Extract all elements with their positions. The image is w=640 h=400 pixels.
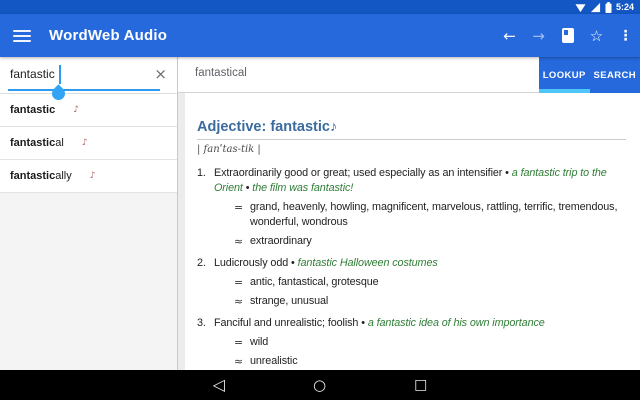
- usage-example: fantastic Halloween costumes: [298, 257, 438, 269]
- menu-icon[interactable]: [13, 27, 31, 45]
- sense-list: 1. Extraordinarily good or great; used e…: [197, 166, 626, 370]
- audio-note-icon[interactable]: ♪: [82, 138, 88, 148]
- tab-lookup[interactable]: LOOKUP: [539, 57, 590, 93]
- suggestion-stem: fantastic: [10, 104, 55, 116]
- pronunciation: | fanˈtas-tik |: [197, 144, 626, 155]
- tab-search[interactable]: SEARCH: [590, 57, 640, 93]
- wifi-icon: [575, 2, 586, 13]
- suggestion-stem: fantastic: [10, 137, 55, 149]
- forward-icon[interactable]: →: [524, 27, 553, 45]
- sense-item: 2. Ludicrously odd • fantastic Halloween…: [197, 256, 626, 309]
- entry-heading: Adjective: fantastic: [197, 119, 330, 135]
- sense-definition: Ludicrously odd • fantastic Halloween co…: [214, 256, 626, 271]
- usage-example: a fantastic idea of his own importance: [368, 317, 545, 329]
- entry-heading-row: Adjective: fantastic♪: [197, 118, 626, 140]
- suggestion-item[interactable]: fantastical ♪: [0, 127, 177, 160]
- usage-example: the film was fantastic!: [252, 182, 353, 194]
- tab-strip: LOOKUPSEARCH: [539, 57, 640, 93]
- overflow-menu-icon[interactable]: ⋮: [611, 28, 640, 44]
- near-synonyms-line: ≈extraordinary: [234, 234, 626, 249]
- audio-note-icon[interactable]: ♪: [90, 171, 96, 181]
- nav-back-icon[interactable]: ◁: [213, 370, 225, 400]
- suggestion-stem: fantastic: [10, 170, 55, 182]
- current-query: fantastical: [195, 67, 247, 79]
- synonyms-line: =grand, heavenly, howling, magnificent, …: [234, 200, 626, 230]
- sense-body: Extraordinarily good or great; used espe…: [214, 166, 626, 249]
- word-list-panel: fantastic × fantastic ♪ fantastical ♪ fa…: [0, 57, 178, 370]
- sense-definition: Fanciful and unrealistic; foolish • a fa…: [214, 316, 626, 331]
- sense-number: 2.: [197, 256, 214, 309]
- synonyms-line: =wild: [234, 335, 626, 350]
- suggestion-suffix: ally: [55, 170, 72, 182]
- suggestion-suffix: al: [55, 137, 64, 149]
- sense-body: Ludicrously odd • fantastic Halloween co…: [214, 256, 626, 309]
- favorite-star-icon[interactable]: ☆: [582, 27, 611, 45]
- battery-icon: [605, 2, 612, 13]
- near-synonyms-line: ≈strange, unusual: [234, 294, 626, 309]
- sense-item: 1. Extraordinarily good or great; used e…: [197, 166, 626, 249]
- nav-recents-icon[interactable]: □: [414, 370, 427, 400]
- lookup-bar: fantastical LOOKUPSEARCH: [178, 57, 640, 93]
- status-bar: 5:24: [0, 0, 640, 14]
- synonyms-line: =antic, fantastical, grotesque: [234, 275, 626, 290]
- near-synonyms-line: ≈unrealistic: [234, 354, 626, 369]
- audio-note-icon[interactable]: ♪: [73, 105, 79, 115]
- cell-signal-icon: [590, 2, 601, 13]
- sense-number: 3.: [197, 316, 214, 369]
- text-caret: [59, 65, 61, 84]
- app-title: WordWeb Audio: [49, 27, 167, 44]
- sense-definition: Extraordinarily good or great; used espe…: [214, 166, 626, 196]
- suggestion-item[interactable]: fantastically ♪: [0, 160, 177, 193]
- nav-home-icon[interactable]: ○: [313, 370, 326, 400]
- sense-item: 3. Fanciful and unrealistic; foolish • a…: [197, 316, 626, 369]
- search-input-value: fantastic: [10, 67, 55, 81]
- search-input[interactable]: fantastic ×: [0, 57, 177, 94]
- sense-number: 1.: [197, 166, 214, 249]
- android-nav-bar: ◁ ○ □: [0, 370, 640, 400]
- suggestion-item[interactable]: fantastic ♪: [0, 94, 177, 127]
- app-bar: WordWeb Audio ← → ☆ ⋮: [0, 14, 640, 57]
- clock-time: 5:24: [616, 0, 634, 14]
- input-underline: [8, 89, 160, 91]
- sense-body: Fanciful and unrealistic; foolish • a fa…: [214, 316, 626, 369]
- app-bar-actions: ← → ☆ ⋮: [495, 27, 640, 45]
- definition-pane: Adjective: fantastic♪ | fanˈtas-tik | 1.…: [178, 93, 640, 370]
- pronounce-audio-icon[interactable]: ♪: [330, 119, 337, 135]
- suggestion-list: fantastic ♪ fantastical ♪ fantastically …: [0, 94, 177, 193]
- back-icon[interactable]: ←: [495, 27, 524, 45]
- clear-search-icon[interactable]: ×: [154, 64, 167, 84]
- bookmarks-icon[interactable]: [553, 28, 582, 43]
